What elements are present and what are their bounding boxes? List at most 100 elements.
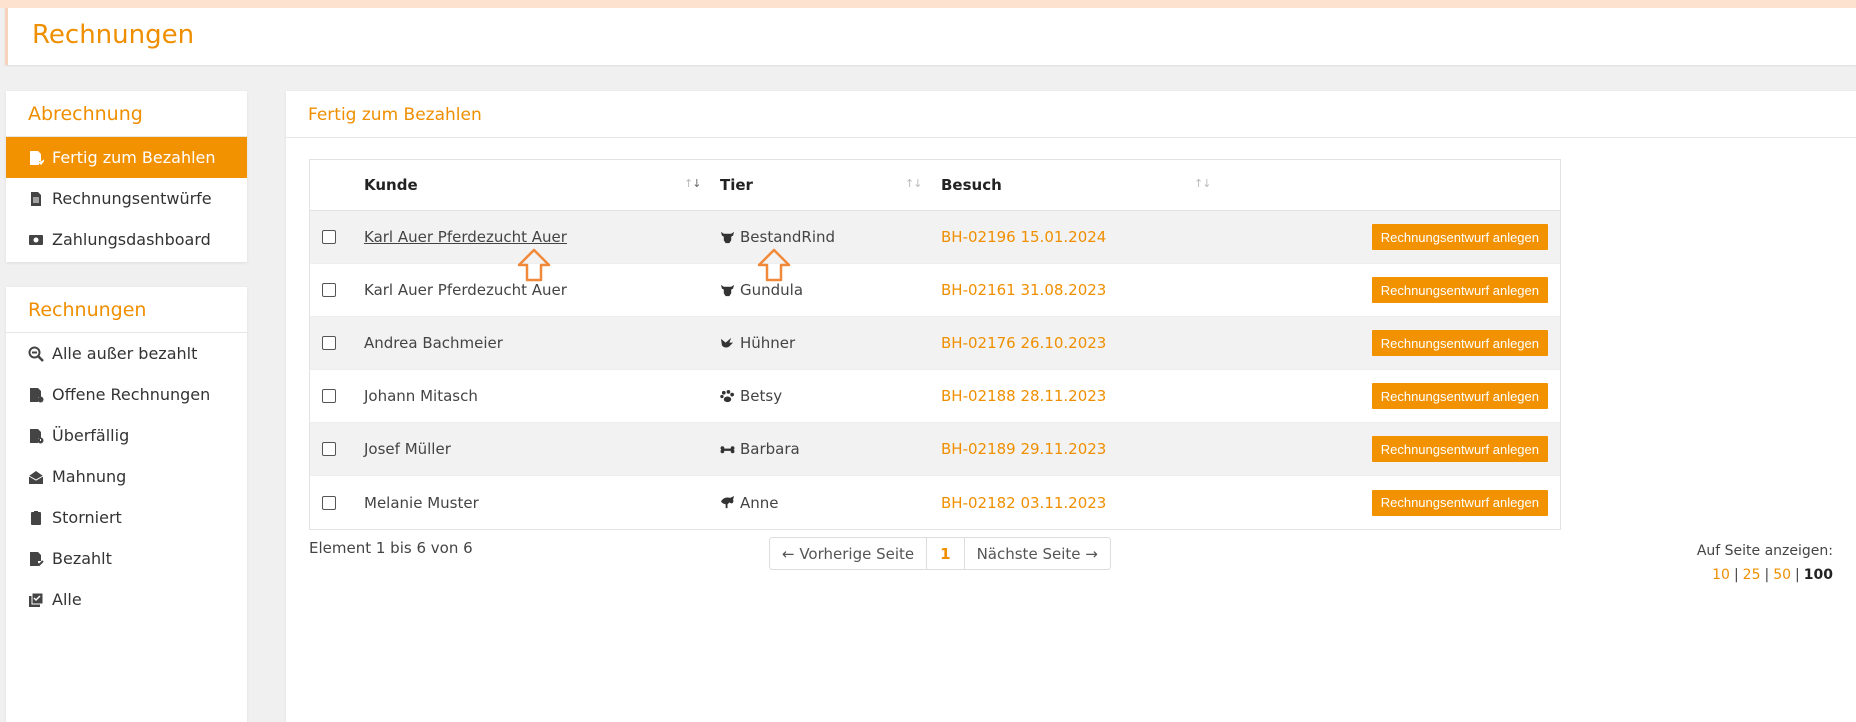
page-header: Rechnungen (5, 8, 1856, 65)
annotation-arrow-up-icon (757, 248, 791, 282)
sidebar-item-label: Bezahlt (52, 549, 112, 568)
animal-name[interactable]: Barbara (740, 440, 800, 458)
visit-link[interactable]: BH-02182 03.11.2023 (941, 476, 1106, 529)
money-icon (28, 232, 52, 248)
animal-name[interactable]: Gundula (740, 281, 803, 299)
invoice-draft-icon (28, 191, 52, 207)
row-checkbox[interactable] (322, 495, 336, 510)
sidebar-panel-abrechnung: Abrechnung Fertig zum Bezahlen Rechnungs… (6, 91, 247, 262)
visit-link[interactable]: BH-02176 26.10.2023 (941, 317, 1106, 369)
animal-name[interactable]: BestandRind (740, 228, 835, 246)
animal-name[interactable]: Hühner (740, 334, 795, 352)
visit-link[interactable]: BH-02189 29.11.2023 (941, 423, 1106, 475)
table-row: Andrea Bachmeier Hühner BH-02176 26.10.2… (310, 317, 1560, 370)
visit-link[interactable]: BH-02161 31.08.2023 (941, 264, 1106, 316)
animal-name[interactable]: Betsy (740, 387, 782, 405)
column-header-tier[interactable]: Tier (720, 160, 753, 210)
prev-page-button[interactable]: ← Vorherige Seite (770, 538, 926, 569)
create-invoice-draft-button[interactable]: Rechnungsentwurf anlegen (1371, 330, 1548, 356)
sidebar-section-title: Abrechnung (6, 91, 247, 137)
row-checkbox[interactable] (322, 230, 336, 244)
main-panel: Fertig zum Bezahlen Kunde ↑↓ Tier ↑↓ Bes… (286, 91, 1856, 722)
cow-icon (720, 284, 740, 297)
sort-icon[interactable]: ↑↓ (905, 177, 922, 190)
table-row: Josef Müller Barbara BH-02189 29.11.2023… (310, 423, 1560, 476)
table-row: Karl Auer Pferdezucht Auer BestandRind B… (310, 211, 1560, 264)
sidebar-item-label: Fertig zum Bezahlen (52, 148, 216, 167)
sidebar-item-label: Mahnung (52, 467, 127, 486)
paw-icon (720, 389, 740, 403)
sidebar-item-alle-ausser-bezahlt[interactable]: Alle außer bezahlt (6, 333, 247, 374)
sidebar-item-label: Zahlungsdashboard (52, 230, 211, 249)
table-info: Element 1 bis 6 von 6 (309, 539, 473, 557)
customer-link[interactable]: Andrea Bachmeier (364, 317, 503, 369)
sort-icon[interactable]: ↑↓ (684, 177, 701, 190)
customer-link[interactable]: Josef Müller (364, 423, 451, 475)
checkbox-stack-icon (28, 592, 52, 608)
mail-open-icon (28, 469, 52, 485)
table-header: Kunde ↑↓ Tier ↑↓ Besuch ↑↓ (310, 160, 1560, 211)
per-page-option-10[interactable]: 10 (1712, 567, 1730, 583)
per-page-selector: Auf Seite anzeigen: 10 | 25 | 50 | 100 (1697, 539, 1833, 587)
invoice-paid-icon (28, 551, 52, 567)
create-invoice-draft-button[interactable]: Rechnungsentwurf anlegen (1371, 224, 1548, 250)
per-page-option-50[interactable]: 50 (1773, 567, 1791, 583)
animal-name[interactable]: Anne (740, 494, 779, 512)
sidebar-item-label: Alle außer bezahlt (52, 344, 198, 363)
annotation-arrow-up-icon (517, 248, 551, 282)
page-title: Rechnungen (32, 20, 195, 50)
create-invoice-draft-button[interactable]: Rechnungsentwurf anlegen (1371, 277, 1548, 303)
visit-link[interactable]: BH-02196 15.01.2024 (941, 211, 1106, 263)
bone-icon (720, 443, 740, 456)
invoice-overdue-icon (28, 428, 52, 444)
sidebar-item-label: Alle (52, 590, 82, 609)
sidebar-item-fertig-zum-bezahlen[interactable]: Fertig zum Bezahlen (6, 137, 247, 178)
column-header-kunde[interactable]: Kunde (364, 160, 418, 210)
sidebar-item-label: Offene Rechnungen (52, 385, 211, 404)
invoice-ready-icon (28, 150, 52, 166)
per-page-label: Auf Seite anzeigen: (1696, 543, 1833, 559)
clipboard-icon (28, 510, 52, 526)
invoices-table: Kunde ↑↓ Tier ↑↓ Besuch ↑↓ Karl Auer Pfe… (309, 159, 1561, 530)
sidebar-item-label: Storniert (52, 508, 122, 527)
customer-link[interactable]: Melanie Muster (364, 476, 479, 529)
row-checkbox[interactable] (322, 442, 336, 456)
sidebar-item-rechnungsentwuerfe[interactable]: Rechnungsentwürfe (6, 178, 247, 219)
create-invoice-draft-button[interactable]: Rechnungsentwurf anlegen (1371, 489, 1548, 516)
pagination: ← Vorherige Seite 1 Nächste Seite → (769, 537, 1111, 570)
per-page-option-25[interactable]: 25 (1743, 567, 1761, 583)
row-checkbox[interactable] (322, 389, 336, 403)
sidebar-item-label: Rechnungsentwürfe (52, 189, 212, 208)
per-page-option-100[interactable]: 100 (1804, 567, 1833, 583)
sidebar-item-zahlungsdashboard[interactable]: Zahlungsdashboard (6, 219, 247, 260)
table-row: Karl Auer Pferdezucht Auer Gundula BH-02… (310, 264, 1560, 317)
sidebar-item-ueberfaellig[interactable]: Überfällig (6, 415, 247, 456)
invoice-open-icon (28, 387, 52, 403)
create-invoice-draft-button[interactable]: Rechnungsentwurf anlegen (1371, 436, 1548, 462)
sidebar-item-storniert[interactable]: Storniert (6, 497, 247, 538)
sidebar-panel-rechnungen: Rechnungen Alle außer bezahlt Offene Rec… (6, 287, 247, 722)
current-page-button[interactable]: 1 (926, 538, 965, 569)
next-page-button[interactable]: Nächste Seite → (965, 538, 1110, 569)
create-invoice-draft-button[interactable]: Rechnungsentwurf anlegen (1371, 383, 1548, 409)
horse-icon (720, 496, 740, 509)
top-accent-bar (0, 0, 1856, 8)
search-minus-icon (28, 346, 52, 362)
sidebar-item-bezahlt[interactable]: Bezahlt (6, 538, 247, 579)
cow-icon (720, 231, 740, 244)
table-row: Johann Mitasch Betsy BH-02188 28.11.2023… (310, 370, 1560, 423)
row-checkbox[interactable] (322, 283, 336, 297)
sidebar-item-alle[interactable]: Alle (6, 579, 247, 620)
sidebar-item-offene-rechnungen[interactable]: Offene Rechnungen (6, 374, 247, 415)
main-panel-title: Fertig zum Bezahlen (286, 91, 1856, 138)
sidebar-item-mahnung[interactable]: Mahnung (6, 456, 247, 497)
sidebar-item-label: Überfällig (52, 426, 130, 445)
table-row: Melanie Muster Anne BH-02182 03.11.2023 … (310, 476, 1560, 529)
visit-link[interactable]: BH-02188 28.11.2023 (941, 370, 1106, 422)
customer-link[interactable]: Johann Mitasch (364, 370, 478, 422)
row-checkbox[interactable] (322, 336, 336, 350)
sidebar-section-title: Rechnungen (6, 287, 247, 333)
column-header-besuch[interactable]: Besuch (941, 160, 1002, 210)
sort-icon[interactable]: ↑↓ (1194, 177, 1211, 190)
bird-icon (720, 337, 740, 350)
